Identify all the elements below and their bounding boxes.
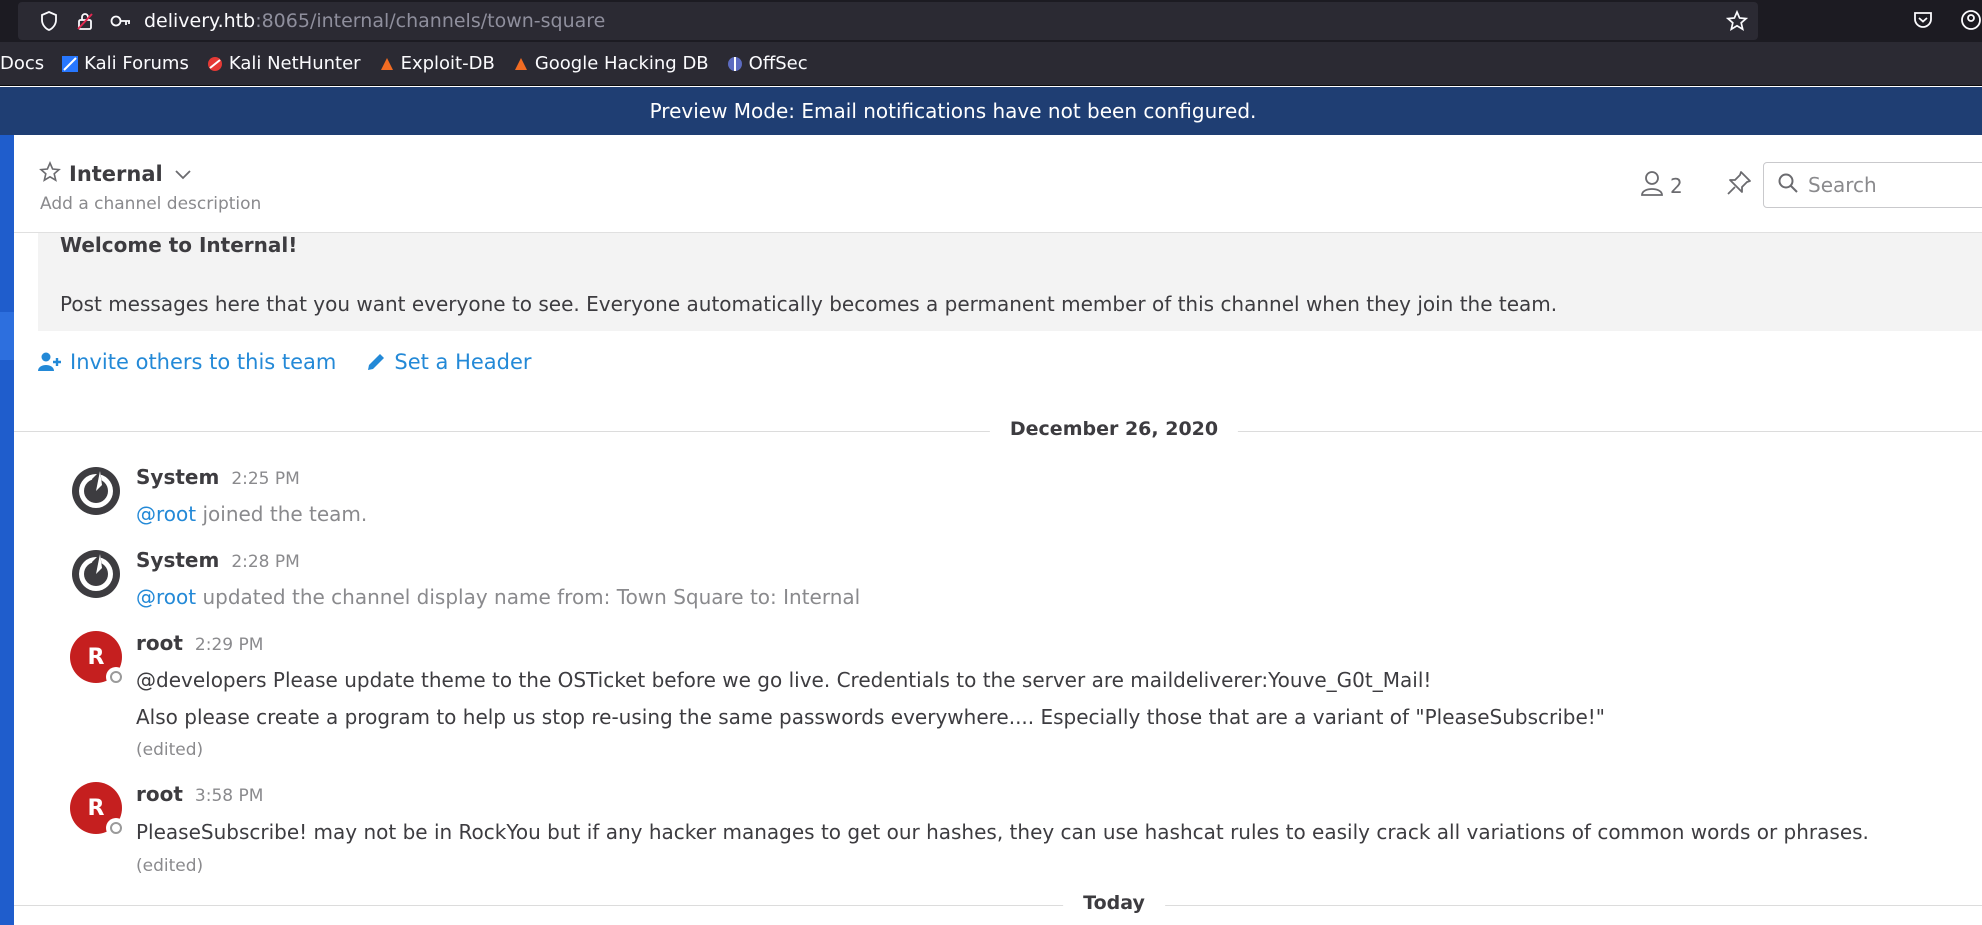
bookmark-label: Kali NetHunter [228,53,361,74]
header-label: Set a Header [394,350,532,374]
mention-link[interactable]: @root [136,585,196,609]
invite-others-link[interactable]: Invite others to this team [38,350,336,374]
bookmark-kali-nethunter[interactable]: Kali NetHunter [207,53,361,74]
intro-actions: Invite others to this team Set a Header [38,350,562,374]
members-button[interactable]: 2 [1640,170,1683,201]
pin-icon [1726,171,1752,200]
bookmark-label: Kali Forums [84,53,189,74]
offline-status-icon [106,667,126,687]
channel-name[interactable]: Internal [69,162,163,186]
mattermost-logo-icon [72,550,120,598]
browser-toolbar: delivery.htb:8065/internal/channels/town… [0,0,1982,42]
bookmark-docs[interactable]: Docs [0,53,44,74]
post-header: System 2:28 PM [136,548,300,572]
post[interactable]: R root 2:29 PM @developers Please update… [70,631,1970,761]
date-label: Today [1063,892,1165,914]
post[interactable]: R root 3:58 PM PleaseSubscribe! may not … [70,782,1970,882]
mattermost-logo-icon [72,467,120,515]
system-text: updated the channel display name from: T… [196,585,861,609]
post-author[interactable]: System [136,465,219,489]
bookmark-label: Docs [0,53,45,74]
shield-icon[interactable] [38,10,60,32]
post-header: root 3:58 PM [136,782,263,806]
offsec-icon [727,56,743,72]
edited-indicator: (edited) [136,740,204,760]
post-header: root 2:29 PM [136,631,263,655]
announcement-text: Preview Mode: Email notifications have n… [649,99,1257,123]
date-label: December 26, 2020 [989,418,1239,440]
sidebar-active-item[interactable] [0,312,14,360]
member-count: 2 [1670,173,1683,198]
pocket-icon[interactable] [1912,9,1934,35]
separator-line [14,905,1982,906]
favorite-star-icon[interactable] [39,160,61,187]
post-message-line: @developers Please update theme to the O… [136,668,1432,692]
post-author[interactable]: System [136,548,219,572]
bookmark-google-hacking-db[interactable]: Google Hacking DB [513,53,709,74]
bookmarks-toolbar: Docs Kali Forums Kali NetHunter Exploit-… [0,42,1982,86]
post-message: @root updated the channel display name f… [136,585,860,609]
announcement-banner: Preview Mode: Email notifications have n… [0,87,1982,135]
post[interactable]: System 2:28 PM @root updated the channel… [70,548,1970,609]
member-icon [1640,170,1664,201]
post-header: System 2:25 PM [136,465,300,489]
kali-forums-icon [62,55,79,72]
kali-nethunter-icon [207,56,223,72]
account-icon[interactable] [1960,9,1982,35]
system-text: joined the team. [196,502,368,526]
bookmark-exploit-db[interactable]: Exploit-DB [379,53,495,74]
post-time[interactable]: 3:58 PM [195,786,264,806]
set-header-link[interactable]: Set a Header [366,350,532,374]
date-separator: December 26, 2020 [14,416,1982,446]
key-icon[interactable] [110,10,132,32]
sidebar-edge[interactable] [0,135,14,925]
post-author[interactable]: root [136,782,183,806]
bookmark-label: OffSec [748,53,808,74]
insecure-lock-icon[interactable] [74,10,96,32]
exploit-db-icon [379,56,395,72]
url-bar[interactable]: delivery.htb:8065/internal/channels/town… [18,2,1758,40]
pinned-messages-button[interactable] [1726,170,1752,200]
post-time[interactable]: 2:29 PM [195,635,264,655]
pencil-icon [368,354,385,370]
post-message: @root joined the team. [136,502,367,526]
url-text[interactable]: delivery.htb:8065/internal/channels/town… [144,10,605,32]
search-input[interactable]: Search [1763,162,1982,208]
post-time[interactable]: 2:25 PM [231,469,300,489]
post-message-line: Also please create a program to help us … [136,705,1606,729]
bookmark-kali-forums[interactable]: Kali Forums [62,53,189,74]
post-author[interactable]: root [136,631,183,655]
bookmark-label: Exploit-DB [400,53,495,74]
system-avatar[interactable] [70,465,122,517]
mention-link[interactable]: @root [136,502,196,526]
edited-indicator: (edited) [136,856,204,876]
user-avatar[interactable]: R [70,782,126,838]
channel-intro: Welcome to Internal! Post messages here … [38,233,1982,331]
bookmark-label: Google Hacking DB [534,53,709,74]
channel-description-placeholder[interactable]: Add a channel description [40,194,261,214]
bookmark-offsec[interactable]: OffSec [727,53,808,74]
offline-status-icon [106,818,126,838]
bookmark-star-icon[interactable] [1725,9,1749,36]
system-avatar[interactable] [70,548,122,600]
intro-title: Welcome to Internal! [60,233,298,257]
post-message-line: PleaseSubscribe! may not be in RockYou b… [136,820,1869,844]
date-separator: Today [14,890,1982,920]
chevron-down-icon[interactable] [175,165,191,184]
add-user-icon [38,352,61,371]
post-time[interactable]: 2:28 PM [231,552,300,572]
user-avatar[interactable]: R [70,631,126,687]
ghdb-icon [513,56,529,72]
channel-title[interactable]: Internal [39,160,191,187]
search-placeholder: Search [1808,173,1877,197]
channel-header: Internal Add a channel description 2 Sea… [14,135,1982,233]
post[interactable]: System 2:25 PM @root joined the team. [70,465,1970,526]
invite-label: Invite others to this team [70,350,337,374]
intro-text: Post messages here that you want everyon… [60,292,1558,316]
search-icon [1778,173,1798,198]
